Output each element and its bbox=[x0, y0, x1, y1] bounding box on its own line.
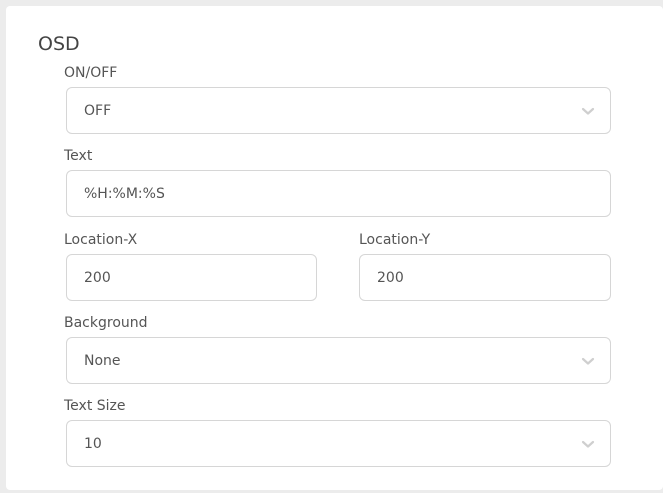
chevron-down-icon bbox=[581, 356, 595, 366]
on-off-select[interactable]: OFF bbox=[66, 87, 611, 134]
location-x-input[interactable] bbox=[84, 269, 299, 286]
text-size-label: Text Size bbox=[64, 398, 126, 414]
chevron-down-icon bbox=[581, 439, 595, 449]
chevron-down-icon bbox=[581, 106, 595, 116]
text-input[interactable] bbox=[84, 185, 593, 202]
location-x-field[interactable] bbox=[66, 254, 317, 301]
text-field[interactable] bbox=[66, 170, 611, 217]
location-y-label: Location-Y bbox=[359, 232, 431, 248]
background-label: Background bbox=[64, 315, 148, 331]
background-select[interactable]: None bbox=[66, 337, 611, 384]
osd-settings-panel: OSD ON/OFF OFF Text Location-X Location-… bbox=[6, 6, 663, 490]
on-off-value: OFF bbox=[84, 102, 112, 119]
location-x-label: Location-X bbox=[64, 232, 138, 248]
section-title: OSD bbox=[38, 33, 80, 55]
on-off-label: ON/OFF bbox=[64, 65, 118, 81]
text-size-select[interactable]: 10 bbox=[66, 420, 611, 467]
background-value: None bbox=[84, 352, 121, 369]
location-y-field[interactable] bbox=[359, 254, 611, 301]
text-label: Text bbox=[64, 148, 93, 164]
text-size-value: 10 bbox=[84, 435, 102, 452]
location-y-input[interactable] bbox=[377, 269, 593, 286]
